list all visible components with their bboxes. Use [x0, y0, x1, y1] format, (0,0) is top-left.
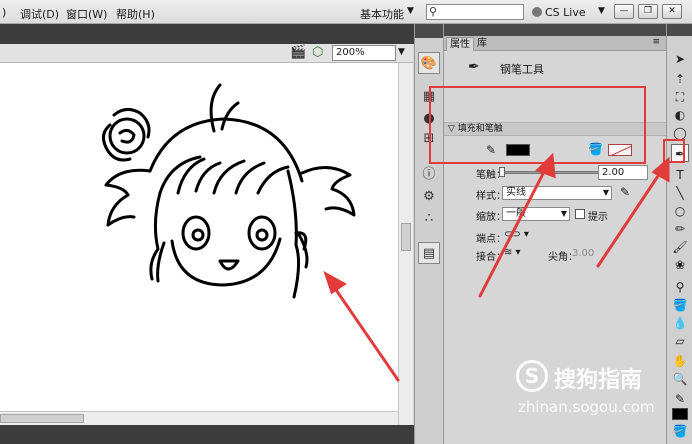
panel-tab-bar: 属性 库 ≡	[444, 36, 666, 51]
menu-item-help[interactable]: 帮助(H)	[116, 6, 155, 22]
edit-scene-icon[interactable]: 🎬	[290, 45, 306, 60]
cs-live-icon	[532, 7, 542, 17]
cs-live-label: CS Live	[545, 6, 586, 19]
sogou-logo-icon: S	[516, 360, 548, 392]
3d-rotation-tool-icon[interactable]: ◐	[671, 106, 689, 124]
stroke-slider-thumb[interactable]	[499, 167, 505, 177]
tools-panel: ➤ ⇡ ⛶ ◐ ◯ ✒ T ╲ ○ ✏ 🖌 ❀ ⚲ 🪣 💧 ▱ ✋ 🔍 ✎ 🪣	[666, 24, 692, 444]
chevron-down-icon: ▼	[560, 209, 567, 218]
line-tool-icon[interactable]: ╲	[671, 184, 689, 202]
annotation-highlight-box	[429, 86, 646, 164]
brush-tool-icon[interactable]: 🖌	[671, 238, 689, 256]
horizontal-scroll-thumb[interactable]	[0, 414, 84, 423]
style-row: 样式： 实线 ▼ ✎	[444, 185, 666, 203]
eyedropper-tool-icon[interactable]: 💧	[671, 314, 689, 332]
workspace-arrow-icon[interactable]: ▼	[407, 6, 414, 16]
zoom-tool-icon[interactable]: 🔍	[671, 370, 689, 388]
stroke-color-tool-icon[interactable]: ✎	[671, 390, 689, 408]
join-row: 接合： ≋ ▾ 尖角： 3.00	[444, 246, 666, 264]
cs-live-arrow-icon[interactable]: ▼	[598, 6, 605, 16]
hint-label: 提示	[588, 212, 608, 223]
menu-bar: ) 调试(D) 窗口(W) 帮助(H) 基本功能 ▼ ⚲ CS Live ▼ —…	[0, 0, 692, 24]
edit-symbol-icon[interactable]: ⬡	[312, 45, 323, 60]
oval-tool-icon[interactable]: ○	[671, 202, 689, 220]
menu-item-window[interactable]: 窗口(W)	[66, 6, 107, 22]
color-panel-icon[interactable]: 🎨	[418, 52, 440, 74]
components-icon[interactable]: ⚙	[418, 186, 440, 208]
stroke-size-row: 笔触： 2.00	[444, 164, 666, 182]
info-icon[interactable]: ⓘ	[418, 164, 440, 186]
stage-canvas[interactable]	[0, 63, 398, 411]
panel-header	[444, 24, 666, 36]
zoom-arrow-icon[interactable]: ▼	[398, 47, 405, 57]
collapsed-panels-header	[415, 24, 443, 38]
pen-tool-highlight-box	[663, 139, 685, 163]
tab-properties[interactable]: 属性	[446, 37, 474, 51]
watermark-url: zhinan.sogou.com	[518, 398, 655, 416]
stroke-style-value: 实线	[506, 187, 526, 198]
subselection-tool-icon[interactable]: ⇡	[671, 70, 689, 88]
text-tool-icon[interactable]: T	[671, 166, 689, 184]
pen-tool-icon: ✒	[468, 59, 480, 75]
stroke-slider-track[interactable]	[502, 171, 612, 174]
selection-tool-icon[interactable]: ➤	[671, 50, 689, 68]
watermark-title: 搜狗指南	[554, 368, 643, 393]
stroke-slider[interactable]	[484, 164, 612, 180]
menu-item-debug[interactable]: 调试(D)	[20, 6, 59, 22]
hand-tool-icon[interactable]: ✋	[671, 352, 689, 370]
cap-select-icon[interactable]: ⊂⊃ ▾	[504, 229, 529, 240]
free-transform-tool-icon[interactable]: ⛶	[671, 88, 689, 106]
search-icon: ⚲	[429, 5, 438, 18]
history-icon[interactable]: ▤	[418, 242, 440, 264]
stroke-color-chip[interactable]	[672, 408, 688, 420]
close-button[interactable]: ✕	[662, 4, 682, 19]
stage-horizontal-scrollbar[interactable]	[0, 411, 398, 425]
workspace-switcher[interactable]: 基本功能	[360, 6, 404, 22]
document-tab-strip	[0, 24, 416, 44]
timeline-strip	[0, 425, 416, 444]
restore-button[interactable]: ❐	[638, 4, 658, 19]
edit-stroke-style-icon[interactable]: ✎	[620, 185, 630, 199]
tab-library[interactable]: 库	[474, 37, 490, 51]
stroke-size-input[interactable]: 2.00	[598, 165, 648, 180]
fill-color-tool-icon[interactable]: 🪣	[671, 422, 689, 440]
cartoon-girl-drawing	[102, 83, 356, 299]
scale-value: 一般	[506, 208, 526, 219]
tool-name-label: 钢笔工具	[500, 63, 544, 76]
tools-panel-header	[667, 24, 692, 36]
paint-bucket-tool-icon[interactable]: 🪣	[671, 296, 689, 314]
cap-row: 端点： ⊂⊃ ▾	[444, 228, 666, 246]
zoom-select[interactable]: 200%	[332, 45, 396, 61]
join-select-icon[interactable]: ≋ ▾	[504, 247, 521, 258]
stage-vertical-scrollbar[interactable]	[398, 63, 413, 425]
scale-select[interactable]: 一般 ▼	[502, 207, 570, 221]
menu-item-partial[interactable]: )	[2, 6, 6, 19]
document-edit-bar: 🎬 ⬡ 200% ▼	[0, 44, 413, 63]
minimize-button[interactable]: —	[614, 4, 634, 19]
cap-label: 端点：	[476, 234, 506, 245]
cs-live-button[interactable]: CS Live	[532, 6, 586, 19]
deco-tool-icon[interactable]: ❀	[671, 256, 689, 274]
scale-row: 缩放： 一般 ▼ 提示	[444, 206, 666, 224]
bone-tool-icon[interactable]: ⚲	[671, 278, 689, 296]
eraser-tool-icon[interactable]: ▱	[671, 332, 689, 350]
pencil-tool-icon[interactable]: ✏	[671, 220, 689, 238]
chevron-down-icon: ▼	[602, 188, 609, 197]
stroke-style-select[interactable]: 实线 ▼	[502, 186, 612, 200]
motion-presets-icon[interactable]: ∴	[418, 208, 440, 230]
panel-menu-icon[interactable]: ≡	[652, 37, 660, 47]
help-search-input[interactable]: ⚲	[426, 4, 524, 20]
join-label: 接合：	[476, 252, 506, 263]
vertical-scroll-thumb[interactable]	[401, 223, 411, 251]
miter-value[interactable]: 3.00	[572, 248, 594, 259]
hint-checkbox[interactable]	[575, 209, 585, 219]
